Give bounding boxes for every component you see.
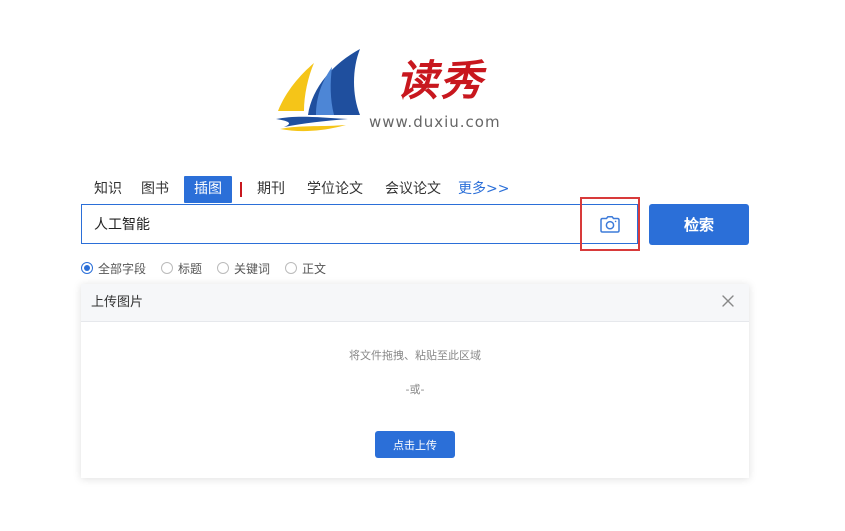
radio-full-text[interactable]: 正文: [285, 260, 326, 277]
tab-divider: [240, 182, 242, 197]
upload-drop-hint: 将文件拖拽、粘贴至此区域: [349, 349, 481, 362]
sailboat-logo-icon: [276, 49, 360, 132]
tab-theses[interactable]: 学位论文: [300, 176, 370, 203]
logo-url: www.duxiu.com: [369, 113, 501, 131]
radio-unchecked-icon: [161, 262, 174, 274]
tab-knowledge[interactable]: 知识: [81, 176, 129, 203]
image-search-button[interactable]: [580, 197, 640, 251]
duxiu-logo[interactable]: 读秀 www.duxiu.com: [274, 45, 514, 137]
tab-books[interactable]: 图书: [134, 176, 176, 203]
radio-label: 正文: [302, 261, 327, 276]
click-upload-button[interactable]: 点击上传: [375, 431, 455, 458]
search-category-tabs: 知识 图书 插图 期刊 学位论文 会议论文 更多>>: [81, 176, 509, 203]
tab-more-link[interactable]: 更多>>: [458, 176, 509, 203]
radio-unchecked-icon: [217, 262, 230, 274]
radio-label: 全部字段: [98, 261, 147, 276]
logo-brand-name: 读秀: [396, 56, 485, 105]
upload-panel-title: 上传图片: [91, 295, 144, 310]
radio-label: 关键词: [234, 261, 271, 276]
radio-label: 标题: [178, 261, 203, 276]
radio-title[interactable]: 标题: [161, 260, 202, 277]
radio-all-fields[interactable]: 全部字段: [81, 260, 146, 277]
search-field-options: 全部字段 标题 关键词 正文: [81, 259, 341, 277]
tab-conference-papers[interactable]: 会议论文: [378, 176, 448, 203]
tab-journals[interactable]: 期刊: [250, 176, 292, 203]
tab-illustrations[interactable]: 插图: [184, 176, 232, 203]
close-icon[interactable]: [721, 294, 735, 308]
upload-or-separator: -或-: [405, 383, 425, 396]
upload-panel-header: 上传图片: [81, 284, 749, 322]
radio-checked-icon: [81, 262, 93, 274]
radio-keywords[interactable]: 关键词: [217, 260, 270, 277]
radio-unchecked-icon: [285, 262, 298, 274]
search-box: [81, 197, 640, 251]
search-button[interactable]: 检索: [649, 204, 749, 245]
search-input[interactable]: [94, 205, 574, 243]
upload-image-panel[interactable]: 上传图片 将文件拖拽、粘贴至此区域 -或- 点击上传: [81, 284, 749, 478]
camera-icon: [600, 215, 620, 233]
